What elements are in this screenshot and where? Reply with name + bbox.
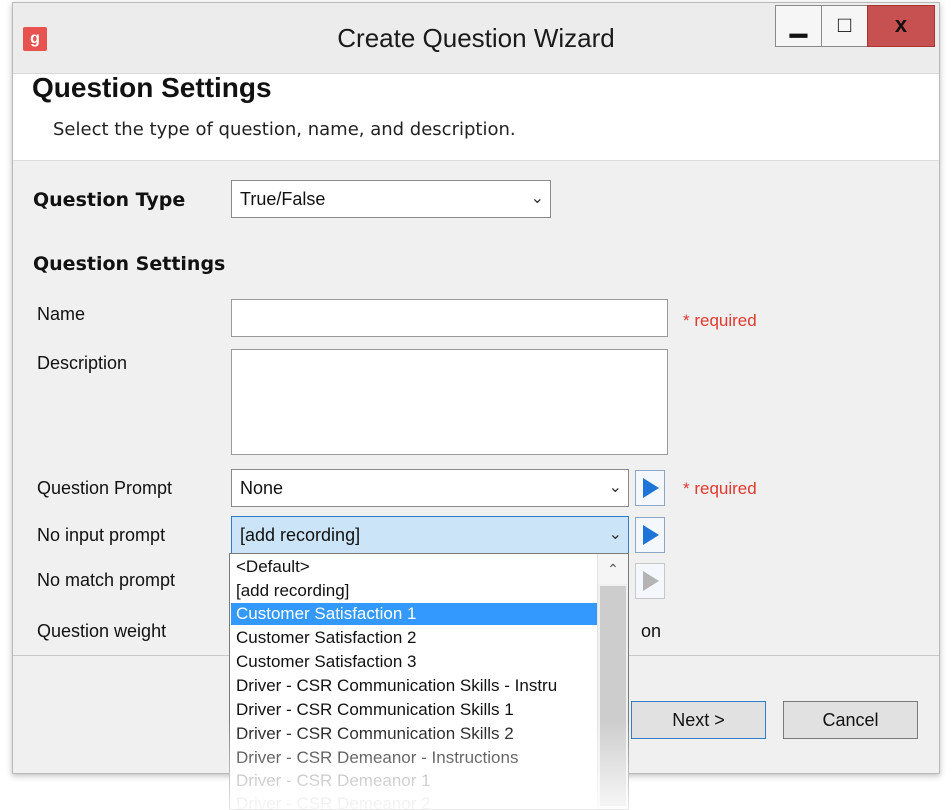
name-label: Name xyxy=(37,304,86,324)
dropdown-option[interactable]: Customer Satisfaction 3 xyxy=(236,651,596,673)
question-weight-trailing-text: on xyxy=(641,621,662,641)
scroll-up-icon[interactable]: ⌃ xyxy=(598,554,628,584)
question-type-value: True/False xyxy=(240,189,326,209)
play-icon xyxy=(643,571,659,591)
question-prompt-select[interactable]: None ⌄ xyxy=(231,469,629,507)
no-match-prompt-play-button[interactable] xyxy=(635,563,665,599)
no-input-prompt-select[interactable]: [add recording] ⌄ xyxy=(231,516,629,554)
next-button[interactable]: Next > xyxy=(631,701,766,739)
close-button[interactable]: x xyxy=(867,5,935,47)
play-icon xyxy=(643,525,659,545)
app-logo-icon: g xyxy=(23,27,47,51)
minimize-button[interactable]: ▁ xyxy=(775,5,822,47)
no-match-prompt-label: No match prompt xyxy=(37,570,176,590)
dropdown-option[interactable]: Driver - CSR Demeanor 2 xyxy=(236,793,596,809)
scrollbar-thumb[interactable] xyxy=(600,586,626,806)
cancel-button[interactable]: Cancel xyxy=(783,701,918,739)
dropdown-option[interactable]: Driver - CSR Communication Skills - Inst… xyxy=(236,675,596,697)
dropdown-option[interactable]: Driver - CSR Demeanor - Instructions xyxy=(236,747,596,769)
no-input-prompt-value: [add recording] xyxy=(240,525,361,545)
page-title: Question Settings xyxy=(32,72,272,103)
dropdown-option[interactable]: Customer Satisfaction 2 xyxy=(236,627,596,649)
page-subtitle: Select the type of question, name, and d… xyxy=(53,119,516,140)
name-required-note: * required xyxy=(683,311,757,330)
no-input-prompt-dropdown-list[interactable]: <Default> [add recording] Customer Satis… xyxy=(229,553,629,810)
name-field[interactable] xyxy=(231,299,668,337)
chevron-down-icon: ⌄ xyxy=(608,526,622,543)
dropdown-option-selected[interactable]: Customer Satisfaction 1 xyxy=(231,603,601,625)
dropdown-option[interactable]: Driver - CSR Demeanor 1 xyxy=(236,770,596,792)
dropdown-option[interactable]: Driver - CSR Communication Skills 2 xyxy=(236,723,596,745)
no-input-prompt-play-button[interactable] xyxy=(635,517,665,553)
description-field[interactable] xyxy=(231,349,668,455)
question-type-select[interactable]: True/False ⌄ xyxy=(231,180,551,218)
chevron-down-icon: ⌄ xyxy=(608,479,622,496)
question-weight-label: Question weight xyxy=(37,621,167,641)
chevron-down-icon: ⌄ xyxy=(530,190,544,207)
dropdown-option[interactable]: [add recording] xyxy=(236,580,596,602)
question-prompt-value: None xyxy=(240,478,284,498)
no-input-prompt-label: No input prompt xyxy=(37,525,166,545)
play-icon xyxy=(643,478,659,498)
description-label: Description xyxy=(37,353,128,373)
dropdown-option[interactable]: Driver - CSR Communication Skills 1 xyxy=(236,699,596,721)
maximize-button[interactable]: □ xyxy=(821,5,868,47)
dropdown-option[interactable]: <Default> xyxy=(236,556,596,578)
question-prompt-required-note: * required xyxy=(683,479,757,498)
question-prompt-play-button[interactable] xyxy=(635,470,665,506)
question-type-label: Question Type xyxy=(33,189,186,211)
title-bar[interactable]: g Create Question Wizard ▁ □ x xyxy=(13,3,939,74)
question-prompt-label: Question Prompt xyxy=(37,478,173,498)
section-title: Question Settings xyxy=(33,253,226,275)
